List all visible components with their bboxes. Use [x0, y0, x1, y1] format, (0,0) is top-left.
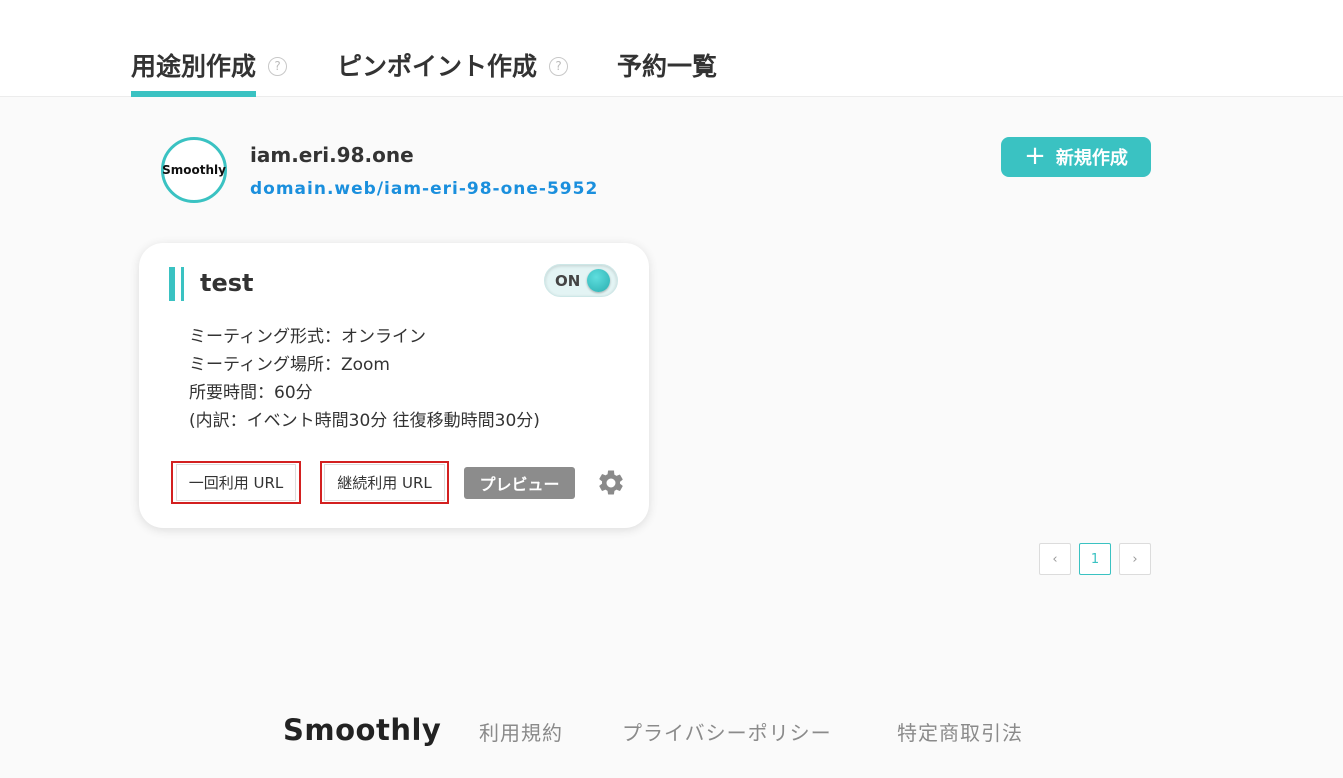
toggle-knob	[587, 269, 610, 292]
profile-url-link[interactable]: domain.web/iam-eri-98-one-5952	[250, 179, 598, 199]
meeting-format: ミーティング形式：オンライン	[189, 327, 426, 347]
footer-link-commerce-law[interactable]: 特定商取引法	[897, 717, 1023, 746]
card-accent-bar	[169, 267, 184, 301]
new-create-label: 新規作成	[1055, 148, 1128, 169]
new-create-button[interactable]: + 新規作成	[1001, 137, 1151, 177]
single-use-url-button[interactable]: 一回利用 URL	[171, 461, 301, 504]
continuous-use-url-label: 継続利用 URL	[324, 464, 445, 501]
preview-button[interactable]: プレビュー	[464, 467, 575, 499]
pagination-page-1[interactable]: 1	[1079, 543, 1111, 575]
footer-logo[interactable]: Smoothly	[283, 713, 441, 747]
pagination-next-button[interactable]: ›	[1119, 543, 1151, 575]
toggle-label: ON	[555, 272, 581, 290]
card-title: test	[200, 269, 254, 297]
top-navigation: 用途別作成 ? ピンポイント作成 ? 予約一覧	[0, 0, 1343, 97]
tab-label: 予約一覧	[617, 52, 718, 81]
avatar: Smoothly	[161, 137, 227, 203]
profile-name: iam.eri.98.one	[250, 143, 414, 167]
continuous-use-url-button[interactable]: 継続利用 URL	[320, 461, 449, 504]
on-off-toggle[interactable]: ON	[544, 264, 618, 297]
card-details: ミーティング形式：オンライン ミーティング場所：Zoom 所要時間：60分 (内…	[189, 323, 540, 435]
tab-label: 用途別作成	[131, 52, 257, 81]
plus-icon: +	[1024, 141, 1046, 171]
help-icon[interactable]: ?	[549, 57, 569, 76]
single-use-url-label: 一回利用 URL	[175, 464, 297, 501]
pagination-prev-button[interactable]: ‹	[1039, 543, 1071, 575]
event-card: test ON ミーティング形式：オンライン ミーティング場所：Zoom 所要時…	[139, 243, 649, 528]
tab-label: ピンポイント作成	[337, 52, 538, 81]
footer-link-terms[interactable]: 利用規約	[479, 717, 563, 746]
tab-pinpoint-create[interactable]: ピンポイント作成 ?	[337, 50, 569, 97]
duration: 所要時間：60分	[189, 383, 313, 403]
duration-breakdown: (内訳：イベント時間30分 往復移動時間30分)	[189, 411, 540, 431]
footer-link-privacy[interactable]: プライバシーポリシー	[622, 717, 832, 746]
help-icon[interactable]: ?	[268, 57, 288, 76]
gear-icon[interactable]	[596, 468, 626, 498]
tab-purpose-create[interactable]: 用途別作成 ?	[131, 50, 288, 97]
avatar-logo-text: Smoothly	[162, 163, 226, 177]
preview-label: プレビュー	[479, 475, 560, 494]
meeting-location: ミーティング場所：Zoom	[189, 355, 390, 375]
tab-reservation-list[interactable]: 予約一覧	[617, 50, 717, 97]
